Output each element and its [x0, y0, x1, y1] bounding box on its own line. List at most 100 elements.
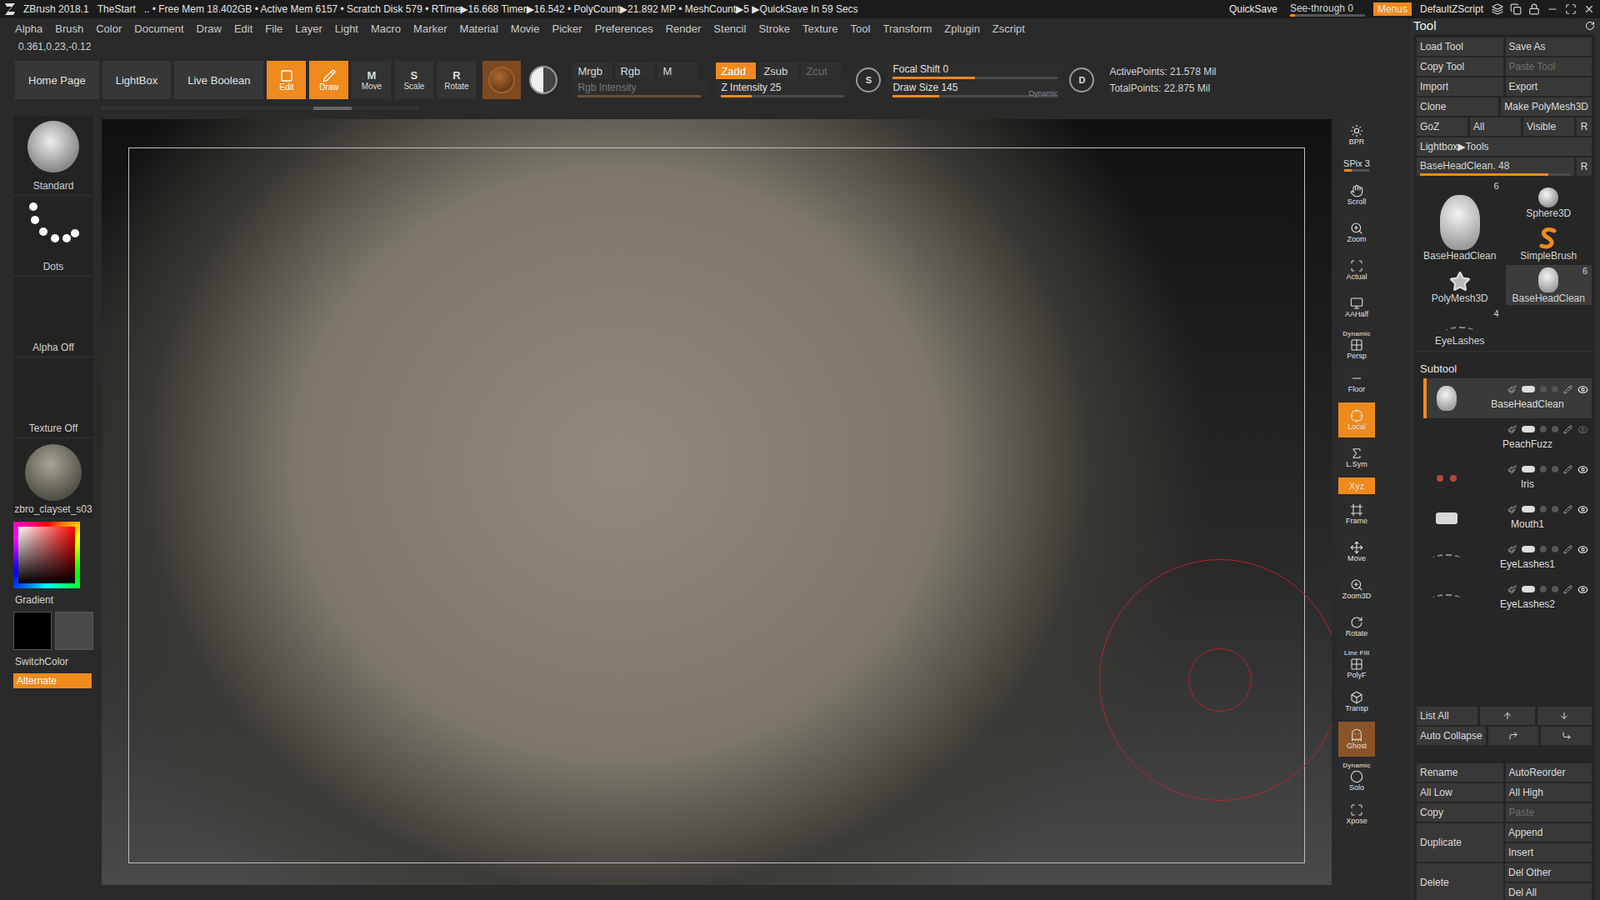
copy-icon[interactable] — [1510, 3, 1522, 15]
subtool-action-button[interactable]: AutoReorder — [1505, 763, 1593, 782]
right-shelf-button[interactable]: Ghost — [1338, 721, 1375, 757]
color-mode-button[interactable]: Rgb — [615, 62, 655, 80]
polypaint-icon[interactable] — [1507, 425, 1517, 435]
left-shelf-item[interactable]: Standard — [13, 115, 94, 195]
menu-item[interactable]: Render — [665, 22, 702, 35]
polypaint-icon[interactable] — [1507, 465, 1517, 475]
tool-button[interactable]: Make PolyMesh3D — [1500, 97, 1592, 116]
right-shelf-button[interactable]: Floor — [1338, 365, 1375, 400]
subtool-action-button[interactable]: Append — [1505, 823, 1592, 842]
menu-item[interactable]: Transform — [882, 22, 932, 35]
draw-size-slider[interactable]: Draw Size 145Dynamic — [887, 80, 1063, 98]
right-shelf-button[interactable]: Xpose — [1338, 796, 1375, 832]
visibility-icon[interactable] — [1577, 384, 1589, 395]
visibility-icon[interactable] — [1577, 584, 1589, 595]
right-shelf-button[interactable]: Transp — [1338, 684, 1375, 720]
nav-button[interactable]: LightBox — [102, 60, 172, 100]
menu-item[interactable]: Alpha — [15, 22, 43, 35]
switch-color-button[interactable]: SwitchColor — [13, 652, 70, 671]
color-mode-button[interactable]: Mrgb — [572, 62, 613, 80]
menu-item[interactable]: Texture — [802, 22, 839, 35]
left-shelf-item[interactable]: Alpha Off — [13, 277, 94, 356]
tool-button[interactable]: Copy Tool — [1416, 57, 1504, 76]
subtool-action-button[interactable]: All High — [1505, 783, 1593, 802]
zscript-name[interactable]: DefaultZScript — [1420, 3, 1484, 15]
tool-button[interactable]: Visible — [1523, 117, 1575, 136]
visibility-icon[interactable] — [1577, 544, 1589, 555]
tool-thumbnail[interactable]: 4EyeLashes — [1416, 307, 1504, 348]
menu-item[interactable]: Stroke — [758, 22, 790, 35]
subtool-row[interactable]: BaseHeadClean — [1423, 378, 1592, 419]
tool-thumbnail[interactable]: 6BaseHeadClean — [1505, 265, 1593, 305]
layout-icon[interactable] — [1491, 3, 1504, 15]
right-shelf-button[interactable]: Move — [1338, 534, 1375, 570]
move-bottom-button[interactable] — [1540, 726, 1592, 745]
polypaint-icon[interactable] — [1507, 385, 1517, 395]
draw-size-icon[interactable]: D — [1069, 67, 1095, 93]
visibility-icon[interactable] — [1577, 424, 1589, 435]
see-through-slider[interactable]: See-through 0 — [1290, 2, 1365, 17]
menu-item[interactable]: Material — [460, 22, 499, 35]
secondary-color-swatch[interactable] — [55, 611, 94, 650]
subtool-row[interactable]: EyeLashes2 — [1423, 578, 1592, 619]
menu-item[interactable]: Layer — [295, 22, 323, 35]
right-shelf-button[interactable]: Scroll — [1338, 177, 1375, 213]
subtool-header[interactable]: Subtool — [1416, 355, 1592, 377]
menu-item[interactable]: Zplugin — [944, 22, 980, 35]
subtool-row[interactable]: EyeLashes1 — [1423, 538, 1592, 579]
subtool-action-button[interactable]: Paste — [1505, 803, 1593, 822]
menu-item[interactable]: Stencil — [713, 22, 746, 35]
subtool-action-button[interactable]: Copy — [1416, 803, 1504, 822]
sphere-icon[interactable] — [529, 65, 558, 95]
menu-item[interactable]: Zscript — [992, 22, 1025, 35]
viewport-canvas[interactable] — [101, 119, 1332, 885]
z-mode-button[interactable]: Zsub — [758, 62, 799, 80]
menu-item[interactable]: Tool — [850, 22, 871, 35]
subtool-action-button[interactable]: Delete — [1416, 863, 1504, 900]
mode-button[interactable]: SScale — [394, 60, 434, 100]
tool-button[interactable]: All — [1470, 117, 1521, 136]
refresh-icon[interactable] — [1585, 20, 1595, 31]
tool-button[interactable]: Clone — [1416, 97, 1499, 116]
right-shelf-button[interactable]: Zoom — [1338, 215, 1375, 250]
edit-icon[interactable] — [1563, 385, 1573, 395]
tool-button[interactable]: Export — [1505, 77, 1593, 96]
right-shelf-button[interactable]: AAHalf — [1338, 290, 1375, 325]
tool-thumbnail[interactable]: PolyMesh3D — [1416, 265, 1504, 305]
subtool-row[interactable]: Mouth1 — [1423, 498, 1592, 539]
left-shelf-item[interactable]: Dots — [13, 196, 94, 275]
subtool-action-button[interactable]: Insert — [1505, 843, 1592, 862]
polypaint-icon[interactable] — [1507, 505, 1517, 515]
maximize-icon[interactable] — [1565, 3, 1577, 15]
nav-button[interactable]: Live Boolean — [174, 60, 264, 100]
subtool-row[interactable]: Iris — [1423, 458, 1592, 499]
subtool-action-button[interactable]: Rename — [1416, 763, 1504, 782]
menu-item[interactable]: Movie — [510, 22, 540, 35]
tool-button[interactable]: R — [1576, 117, 1592, 136]
mode-button[interactable]: RRotate — [436, 60, 476, 100]
rgb-intensity-slider[interactable]: Rgb Intensity — [572, 80, 706, 98]
menu-item[interactable]: Color — [95, 22, 122, 35]
gradient-label[interactable]: Gradient — [13, 590, 55, 610]
menu-item[interactable]: Light — [335, 22, 359, 35]
focal-shift-slider[interactable]: Focal Shift 0 — [887, 62, 1063, 80]
current-tool-slider[interactable]: BaseHeadClean. 48 — [1416, 157, 1575, 176]
mode-button[interactable]: Draw — [309, 60, 349, 100]
right-shelf-button[interactable]: BPR — [1338, 117, 1375, 153]
visibility-icon[interactable] — [1577, 504, 1589, 515]
tool-thumbnail[interactable]: Sphere3D — [1505, 180, 1593, 220]
menus-button[interactable]: Menus — [1373, 2, 1412, 16]
tool-button[interactable]: Load Tool — [1416, 37, 1504, 56]
right-shelf-button[interactable]: Local — [1338, 402, 1375, 438]
z-mode-button[interactable]: Zadd — [715, 62, 756, 80]
focal-shift-icon[interactable]: S — [855, 67, 881, 93]
menu-item[interactable]: Edit — [234, 22, 253, 35]
menu-item[interactable]: Document — [134, 22, 184, 35]
color-picker[interactable] — [13, 521, 80, 589]
menu-item[interactable]: Picker — [552, 22, 583, 35]
z-mode-button[interactable]: Zcut — [800, 62, 841, 80]
mode-button[interactable]: Edit — [266, 60, 306, 100]
move-up-button[interactable] — [1480, 706, 1535, 725]
z-intensity-slider[interactable]: Z Intensity 25 — [715, 80, 850, 98]
tool-button[interactable]: Save As — [1505, 37, 1593, 56]
